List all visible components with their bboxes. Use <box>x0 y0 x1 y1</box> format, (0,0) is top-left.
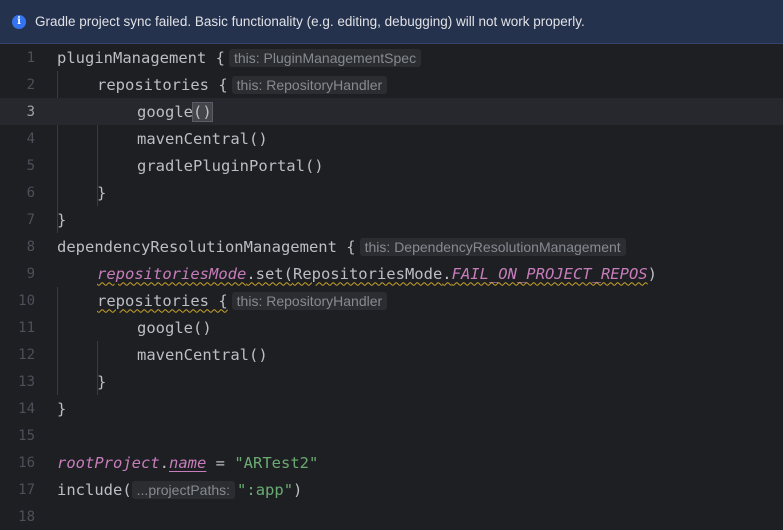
code-line[interactable]: 7 } <box>0 206 783 233</box>
code-token: include( <box>57 480 132 499</box>
code-text[interactable]: gradlePluginPortal() <box>137 152 324 179</box>
line-number: 18 <box>18 508 35 525</box>
code-token: ) <box>293 480 303 499</box>
code-text[interactable]: mavenCentral() <box>137 125 268 152</box>
banner-message: Gradle project sync failed. Basic functi… <box>35 14 585 29</box>
code-token: ) <box>647 264 657 283</box>
line-number: 4 <box>26 130 35 147</box>
line-number: 7 <box>26 211 35 228</box>
code-token: . <box>442 264 452 283</box>
code-token: } <box>57 210 67 229</box>
code-line[interactable]: 5 gradlePluginPortal() <box>0 152 783 179</box>
line-number: 13 <box>18 373 35 390</box>
code-line[interactable]: 12 mavenCentral() <box>0 341 783 368</box>
string-literal: "ARTest2" <box>234 453 319 472</box>
line-number: 15 <box>18 427 35 444</box>
code-token: rootProject <box>57 453 160 472</box>
code-line[interactable]: 2 repositories {this: RepositoryHandler <box>0 71 783 98</box>
code-token: = <box>206 453 235 472</box>
code-token: repositoriesMode <box>97 264 247 283</box>
code-token: RepositoriesMode <box>292 264 443 283</box>
inlay-hint: this: RepositoryHandler <box>231 291 388 310</box>
code-editor[interactable]: 1 pluginManagement {this: PluginManageme… <box>0 44 783 525</box>
code-text[interactable]: repositories {this: RepositoryHandler <box>97 287 388 314</box>
code-token: name <box>169 453 207 472</box>
matched-parens: () <box>192 101 213 122</box>
line-number: 6 <box>26 184 35 201</box>
code-text[interactable]: } <box>57 395 66 422</box>
code-text[interactable]: rootProject. name = "ARTest2" <box>57 449 318 476</box>
code-text[interactable]: google() <box>137 314 212 341</box>
parameter-hint: ...projectPaths: <box>131 480 236 499</box>
line-number: 12 <box>18 346 35 363</box>
code-text[interactable]: include(...projectPaths: ":app") <box>57 476 302 503</box>
code-token: pluginManagement { <box>57 48 225 67</box>
line-number: 11 <box>18 319 35 336</box>
line-number: 14 <box>18 400 35 417</box>
info-icon: i <box>12 14 26 29</box>
code-token: . <box>159 453 169 472</box>
line-number: 2 <box>26 76 35 93</box>
code-token: } <box>97 372 107 391</box>
code-text[interactable]: google() <box>137 98 213 125</box>
code-line[interactable]: 18 <box>0 503 783 530</box>
code-text[interactable]: } <box>97 179 106 206</box>
code-text[interactable]: } <box>97 368 106 395</box>
code-token: .set( <box>246 264 293 283</box>
inlay-hint: this: RepositoryHandler <box>231 75 388 94</box>
code-line[interactable]: 1 pluginManagement {this: PluginManageme… <box>0 44 783 71</box>
line-number: 9 <box>26 265 35 282</box>
code-token: FAIL_ON_PROJECT_REPOS <box>451 264 648 283</box>
code-line[interactable]: 13 } <box>0 368 783 395</box>
line-number: 17 <box>18 481 35 498</box>
code-token: google() <box>137 318 212 337</box>
line-number: 16 <box>18 454 35 471</box>
code-line[interactable]: 14 } <box>0 395 783 422</box>
inlay-hint: this: PluginManagementSpec <box>228 48 422 67</box>
code-token: } <box>97 183 107 202</box>
code-line-current[interactable]: 3 google() <box>0 98 783 125</box>
code-text[interactable]: repositoriesMode .set(RepositoriesMode. FA… <box>97 260 657 287</box>
code-text[interactable]: pluginManagement {this: PluginManagement… <box>57 44 422 71</box>
code-line[interactable]: 4 mavenCentral() <box>0 125 783 152</box>
inlay-hint: this: DependencyResolutionManagement <box>359 237 626 256</box>
line-number: 1 <box>26 49 35 66</box>
code-token: google <box>137 102 193 121</box>
line-number: 3 <box>26 103 35 120</box>
code-token: } <box>57 399 67 418</box>
code-line[interactable]: 11 google() <box>0 314 783 341</box>
string-literal: ":app" <box>237 480 294 499</box>
code-line[interactable]: 17 include(...projectPaths: ":app") <box>0 476 783 503</box>
code-line[interactable]: 6 } <box>0 179 783 206</box>
code-token: gradlePluginPortal() <box>137 156 324 175</box>
code-line[interactable]: 16 rootProject. name = "ARTest2" <box>0 449 783 476</box>
code-line[interactable]: 8 dependencyResolutionManagement {this: … <box>0 233 783 260</box>
code-text[interactable]: } <box>57 206 66 233</box>
code-token: dependencyResolutionManagement { <box>57 237 356 256</box>
code-token: repositories { <box>97 75 228 94</box>
code-line[interactable]: 9 repositoriesMode .set(RepositoriesMode.… <box>0 260 783 287</box>
line-number: 10 <box>18 292 35 309</box>
line-number: 8 <box>26 238 35 255</box>
code-text[interactable]: mavenCentral() <box>137 341 268 368</box>
code-token: mavenCentral() <box>137 345 268 364</box>
code-text[interactable]: repositories {this: RepositoryHandler <box>97 71 388 98</box>
code-line[interactable]: 10 repositories {this: RepositoryHandler <box>0 287 783 314</box>
code-token: repositories { <box>97 291 228 310</box>
line-number: 5 <box>26 157 35 174</box>
code-text[interactable]: dependencyResolutionManagement {this: De… <box>57 233 626 260</box>
code-token: mavenCentral() <box>137 129 268 148</box>
code-line[interactable]: 15 <box>0 422 783 449</box>
sync-failed-banner: i Gradle project sync failed. Basic func… <box>0 0 783 44</box>
